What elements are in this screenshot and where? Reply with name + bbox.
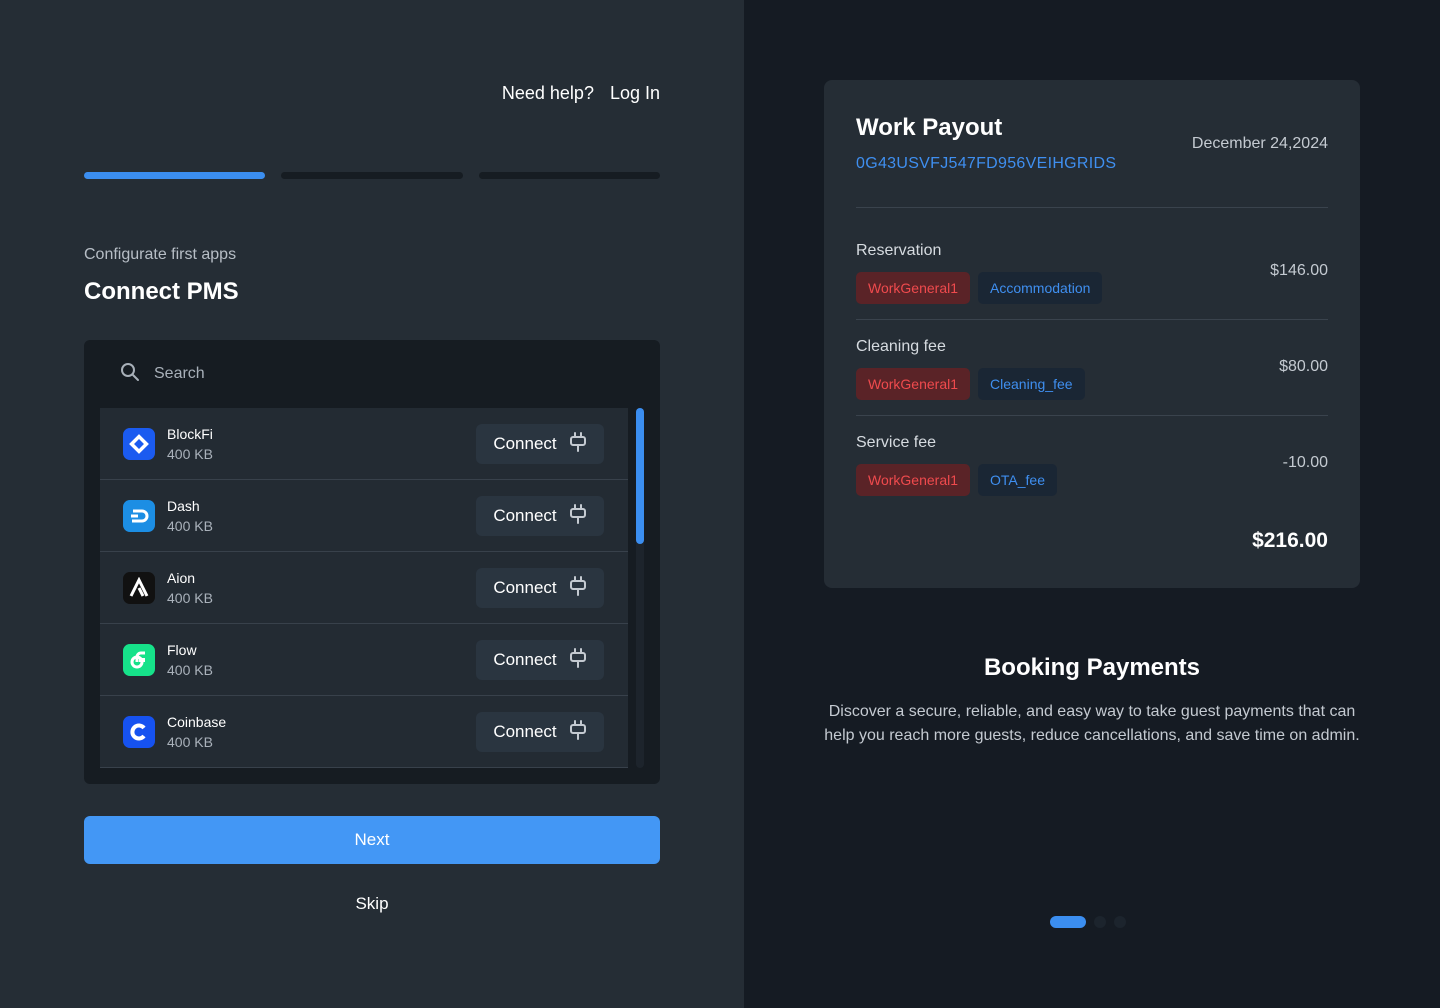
search-bar [84,340,660,408]
app-size: 400 KB [167,733,213,750]
app-size: 400 KB [167,445,213,462]
scrollbar-thumb[interactable] [636,408,644,544]
line-item-amount: -10.00 [1282,454,1328,471]
line-item-label: Service fee [856,434,937,451]
tag-badge: Cleaning_fee [978,368,1085,400]
promo-description: Discover a secure, reliable, and easy wa… [824,703,1360,744]
page-subtitle: Configurate first apps [84,246,237,263]
need-help-link[interactable]: Need help? [502,83,594,104]
app-name: Coinbase [167,713,227,730]
coinbase-icon [123,715,155,748]
app-size: 400 KB [167,517,213,534]
divider [856,415,1328,416]
app-name: Aion [167,569,196,586]
plug-icon [569,575,587,601]
payout-total: $216.00 [1252,529,1328,552]
connect-label: Connect [493,578,557,597]
divider [856,319,1328,320]
tag-badge: OTA_fee [978,464,1058,496]
tag-badge: WorkGeneral1 [856,272,971,304]
app-name: Dash [167,497,200,514]
line-item-tags: WorkGeneral1 Cleaning_fee [856,368,1085,400]
line-item-tags: WorkGeneral1 OTA_fee [856,464,1058,496]
list-item: BlockFi 400 KB Connect [100,408,628,480]
progress-step-2 [281,172,463,179]
skip-button[interactable]: Skip [84,894,660,914]
connect-button[interactable]: Connect [476,640,604,680]
connect-label: Connect [493,506,557,525]
flow-icon [123,643,155,676]
login-link[interactable]: Log In [610,83,660,104]
payout-card: Work Payout 0G43USVFJ547FD956VEIHGRIDS D… [824,80,1360,588]
aion-icon [123,571,155,604]
plug-icon [569,503,587,529]
search-input[interactable] [154,365,454,383]
tag-badge: WorkGeneral1 [856,368,971,400]
app-size: 400 KB [167,661,213,678]
promo-panel: Work Payout 0G43USVFJ547FD956VEIHGRIDS D… [744,0,1440,1008]
list-item: Dash 400 KB Connect [100,480,628,552]
tag-badge: Accommodation [978,272,1103,304]
connect-label: Connect [493,434,557,453]
list-item: Coinbase 400 KB Connect [100,696,628,768]
tag-badge: WorkGeneral1 [856,464,971,496]
connect-button[interactable]: Connect [476,496,604,536]
plug-icon [569,431,587,457]
line-item-amount: $80.00 [1279,358,1328,375]
payout-date: December 24,2024 [1191,135,1328,152]
plug-icon [569,647,587,673]
top-nav: Need help? Log In [502,83,660,104]
line-item-tags: WorkGeneral1 Accommodation [856,272,1103,304]
carousel-dot-3[interactable] [1114,916,1126,928]
line-item-label: Reservation [856,242,942,259]
connect-button[interactable]: Connect [476,424,604,464]
line-item-amount: $146.00 [1270,262,1328,279]
line-item-label: Cleaning fee [856,338,946,355]
next-button[interactable]: Next [84,816,660,864]
step-progress [84,172,660,179]
search-icon [120,362,140,387]
scrollbar[interactable] [636,408,644,768]
connect-button[interactable]: Connect [476,712,604,752]
app-list-panel: BlockFi 400 KB Connect Dash 400 KB [84,340,660,784]
promo-title: Booking Payments [983,654,1201,681]
payout-title: Work Payout [856,114,1003,141]
app-name: BlockFi [167,425,213,442]
app-size: 400 KB [167,589,213,606]
app-list: BlockFi 400 KB Connect Dash 400 KB Conne… [100,408,628,768]
connect-button[interactable]: Connect [476,568,604,608]
connect-label: Connect [493,650,557,669]
page-title: Connect PMS [84,278,239,305]
carousel-dot-1[interactable] [1050,916,1086,928]
app-name: Flow [167,641,197,658]
divider [856,207,1328,208]
carousel-dot-2[interactable] [1094,916,1106,928]
connect-label: Connect [493,722,557,741]
dash-icon [123,499,155,532]
setup-panel: Need help? Log In Configurate first apps… [0,0,744,1008]
carousel-dots [1050,916,1126,928]
progress-step-1 [84,172,266,179]
progress-step-3 [478,172,660,179]
list-item: Flow 400 KB Connect [100,624,628,696]
plug-icon [569,719,587,745]
blockfi-icon [123,427,155,460]
list-item: Aion 400 KB Connect [100,552,628,624]
payout-id: 0G43USVFJ547FD956VEIHGRIDS [856,155,1117,172]
